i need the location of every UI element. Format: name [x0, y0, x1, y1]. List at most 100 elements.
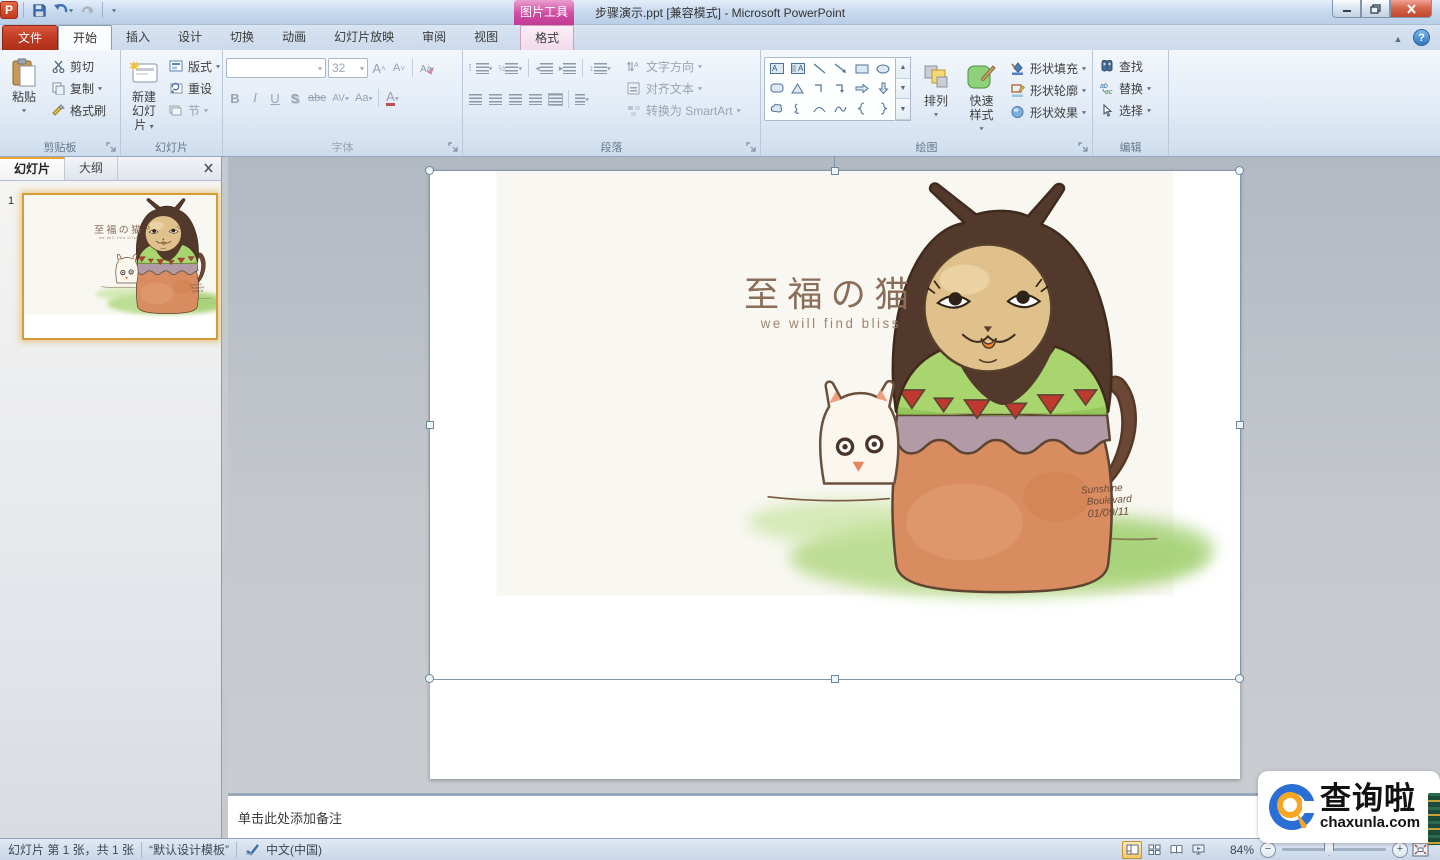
- shape-arrow[interactable]: [834, 63, 847, 74]
- reset-button[interactable]: 重设: [165, 77, 223, 99]
- shapes-scroll-down[interactable]: ▼: [896, 79, 910, 100]
- zoom-slider-thumb[interactable]: [1324, 842, 1334, 856]
- panel-close-button[interactable]: [195, 157, 221, 180]
- columns-button[interactable]: ▾: [573, 89, 591, 109]
- bold-button[interactable]: B: [226, 88, 244, 108]
- resize-handle-bottom-left[interactable]: [425, 674, 434, 683]
- cut-button[interactable]: 剪切: [47, 55, 109, 77]
- shape-left-brace[interactable]: [857, 102, 866, 115]
- normal-view-button[interactable]: [1122, 841, 1142, 859]
- font-name-combo[interactable]: ▾: [226, 58, 326, 78]
- tab-insert[interactable]: 插入: [112, 25, 164, 50]
- spellcheck-icon[interactable]: [244, 842, 260, 858]
- shape-rectangle[interactable]: [855, 64, 869, 74]
- close-button[interactable]: [1390, 0, 1432, 18]
- tab-home[interactable]: 开始: [58, 25, 112, 50]
- save-button[interactable]: [29, 0, 49, 20]
- undo-button[interactable]: ▾: [53, 0, 73, 20]
- copy-button[interactable]: 复制▾: [47, 77, 109, 99]
- paragraph-dialog-launcher[interactable]: [746, 142, 758, 154]
- align-center-button[interactable]: [486, 89, 504, 109]
- slide-thumbnail[interactable]: [22, 193, 218, 340]
- shape-oval[interactable]: [876, 64, 890, 74]
- clipboard-dialog-launcher[interactable]: [106, 142, 118, 154]
- shape-down-arrow[interactable]: [878, 82, 889, 94]
- font-color-button[interactable]: A▾: [383, 88, 401, 108]
- resize-handle-top-left[interactable]: [425, 166, 434, 175]
- shape-vertical-textbox[interactable]: A: [791, 63, 805, 74]
- align-left-button[interactable]: [466, 89, 484, 109]
- quick-styles-button[interactable]: 快速样式 ▾: [961, 57, 1002, 141]
- format-painter-button[interactable]: 格式刷: [47, 99, 109, 121]
- zoom-percentage[interactable]: 84%: [1216, 843, 1254, 857]
- qat-customize-button[interactable]: ▾: [108, 0, 120, 20]
- layout-button[interactable]: 版式▾: [165, 55, 223, 77]
- align-right-button[interactable]: [506, 89, 524, 109]
- status-language[interactable]: 中文(中国): [266, 841, 322, 858]
- shape-elbow-connector[interactable]: [813, 83, 826, 94]
- align-text-button[interactable]: 对齐文本▾: [623, 77, 744, 99]
- shape-rounded-rectangle[interactable]: [770, 83, 784, 93]
- shrink-font-button[interactable]: A˅: [390, 58, 408, 78]
- select-button[interactable]: 选择▾: [1096, 99, 1165, 121]
- resize-handle-bottom-right[interactable]: [1235, 674, 1244, 683]
- slide-canvas[interactable]: [430, 171, 1240, 779]
- zoom-slider[interactable]: [1282, 848, 1386, 851]
- font-size-combo[interactable]: 32▾: [328, 58, 368, 78]
- zoom-in-button[interactable]: +: [1392, 842, 1408, 858]
- paste-button[interactable]: 粘贴 ▾: [3, 53, 45, 137]
- selected-picture[interactable]: [430, 171, 1240, 679]
- minimize-button[interactable]: [1332, 0, 1361, 18]
- text-shadow-button[interactable]: S: [286, 88, 304, 108]
- shapes-gallery-more[interactable]: ▼: [896, 99, 910, 120]
- resize-handle-middle-right[interactable]: [1236, 421, 1244, 429]
- restore-button[interactable]: [1361, 0, 1390, 18]
- increase-indent-button[interactable]: ▸: [557, 58, 579, 78]
- tab-design[interactable]: 设计: [164, 25, 216, 50]
- section-button[interactable]: 节▾: [165, 99, 223, 121]
- tab-format[interactable]: 格式: [520, 25, 574, 50]
- tab-outline[interactable]: 大纲: [65, 157, 118, 180]
- shape-outline-button[interactable]: 形状轮廓▾: [1007, 79, 1089, 101]
- line-spacing-button[interactable]: ↕▾: [587, 58, 613, 78]
- strikethrough-button[interactable]: abe: [306, 88, 328, 108]
- numbering-button[interactable]: ½▾: [497, 58, 525, 78]
- shape-textbox[interactable]: A: [770, 63, 784, 74]
- text-direction-button[interactable]: A 文字方向▾: [623, 55, 744, 77]
- shapes-gallery[interactable]: A A: [764, 57, 896, 121]
- shape-triangle[interactable]: [791, 83, 804, 94]
- italic-button[interactable]: I: [246, 88, 264, 108]
- collapse-ribbon-button[interactable]: ▲: [1390, 31, 1406, 46]
- reading-view-button[interactable]: [1166, 841, 1186, 859]
- slide-editing-area[interactable]: [228, 157, 1440, 793]
- clear-formatting-button[interactable]: Aa: [417, 58, 436, 78]
- bullets-button[interactable]: ⠇▾: [466, 58, 495, 78]
- replace-button[interactable]: ab ac 替换▾: [1096, 77, 1165, 99]
- resize-handle-middle-left[interactable]: [426, 421, 434, 429]
- redo-button[interactable]: [77, 0, 97, 20]
- help-button[interactable]: ?: [1413, 29, 1430, 46]
- shape-arc[interactable]: [813, 104, 826, 114]
- zoom-out-button[interactable]: −: [1260, 842, 1276, 858]
- shape-line[interactable]: [813, 63, 826, 74]
- convert-smartart-button[interactable]: 转换为 SmartArt▾: [623, 99, 744, 121]
- slideshow-view-button[interactable]: [1188, 841, 1208, 859]
- shape-fill-button[interactable]: 形状填充▾: [1007, 57, 1089, 79]
- new-slide-button[interactable]: 新建 幻灯片 ▾: [124, 53, 164, 137]
- justify-button[interactable]: [526, 89, 544, 109]
- arrange-button[interactable]: 排列 ▾: [916, 57, 956, 141]
- change-case-button[interactable]: Aa▾: [353, 88, 374, 108]
- tab-transitions[interactable]: 切换: [216, 25, 268, 50]
- font-dialog-launcher[interactable]: [448, 142, 460, 154]
- drawing-dialog-launcher[interactable]: [1078, 142, 1090, 154]
- undo-dropdown[interactable]: ▾: [69, 6, 73, 13]
- tab-file[interactable]: 文件: [2, 25, 58, 50]
- tab-view[interactable]: 视图: [460, 25, 512, 50]
- shape-elbow-arrow-connector[interactable]: [834, 83, 847, 94]
- powerpoint-app-icon[interactable]: P: [0, 1, 18, 19]
- distribute-button[interactable]: [546, 89, 564, 109]
- shape-right-arrow[interactable]: [855, 83, 869, 94]
- resize-handle-top-right[interactable]: [1235, 166, 1244, 175]
- tab-slides-thumbnails[interactable]: 幻灯片: [0, 157, 65, 180]
- decrease-indent-button[interactable]: ◂: [533, 58, 555, 78]
